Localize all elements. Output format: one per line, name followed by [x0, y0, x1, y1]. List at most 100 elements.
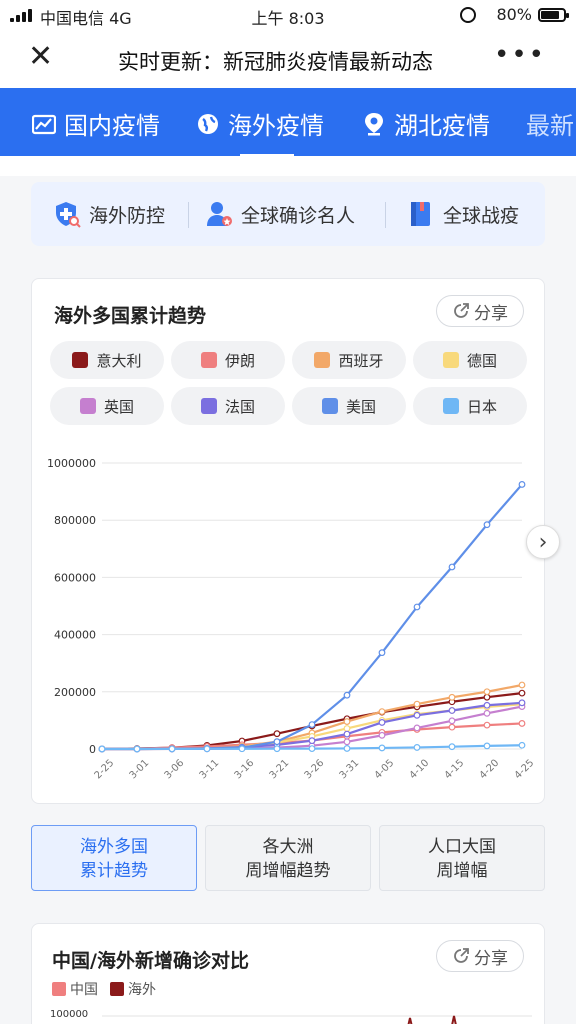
x-tick-label: 3-21 [268, 758, 292, 782]
legend-item[interactable]: 德国 [413, 341, 527, 379]
x-tick-label: 3-11 [198, 758, 222, 782]
y-tick-label: 0 [89, 743, 96, 756]
data-point [518, 699, 526, 707]
legend-label: 美国 [345, 397, 376, 416]
next-chart-button[interactable]: › [526, 525, 560, 559]
legend-swatch [321, 398, 338, 414]
data-point [483, 693, 491, 701]
legend-item[interactable]: 日本 [413, 387, 527, 425]
data-point [518, 741, 526, 749]
tab-multi-country-trend[interactable]: 海外多国 累计趋势 [31, 825, 197, 891]
share-icon [454, 303, 469, 318]
tab-line1: 各大洲 [262, 837, 314, 857]
data-point [518, 481, 526, 488]
legend-label: 英国 [103, 397, 134, 416]
data-point [343, 738, 351, 746]
data-point [483, 742, 491, 750]
tab-populous-weekly[interactable]: 人口大国 周增幅 [379, 825, 545, 891]
data-point [448, 563, 456, 571]
trend-card: 海外多国累计趋势 分享 意大利 伊朗 西班牙 德国 英国 法国 美国 日本 0 2… [31, 278, 560, 804]
trend-chart: 0 200000 400000 600000 800000 1000000 2-25 3-01… [47, 457, 537, 782]
tab-hubei[interactable]: 湖北疫情 [362, 106, 490, 141]
legend-item[interactable]: 意大利 [50, 341, 164, 379]
legend-swatch [72, 352, 89, 368]
battery-icon [538, 8, 569, 22]
legend-swatch [200, 352, 217, 368]
data-point [518, 681, 526, 689]
data-point [168, 745, 176, 753]
quick-link-overseas-control[interactable]: 海外防控 [53, 200, 165, 228]
x-tick-label: 2-25 [93, 758, 117, 782]
chevron-right-icon: › [538, 529, 548, 555]
x-tick-label: 3-16 [233, 758, 257, 782]
quick-link-global-fight[interactable]: 全球战疫 [407, 200, 519, 228]
legend-swatch [314, 352, 331, 368]
legend-swatch [442, 352, 459, 368]
legend-swatch [52, 982, 66, 996]
legend-swatch [442, 398, 459, 414]
data-point [413, 711, 421, 719]
title-bar: ✕ 实时更新：新冠肺炎疫情最新动态 ••• [0, 30, 576, 88]
data-point [448, 717, 456, 725]
tab-latest[interactable]: 最新 [526, 106, 574, 141]
data-point [413, 700, 421, 708]
data-point [483, 721, 491, 729]
legend-item[interactable]: 中国 [52, 979, 98, 999]
page-title: 实时更新：新冠肺炎疫情最新动态 [118, 50, 433, 74]
quick-link-celebrities[interactable]: 全球确诊名人 [205, 200, 355, 228]
legend-swatch [200, 398, 217, 414]
clock: 上午 8:03 [251, 9, 325, 28]
legend-item[interactable]: 法国 [171, 387, 285, 425]
tab-line1: 人口大国 [428, 837, 496, 857]
y-tick-label: 400000 [54, 629, 96, 642]
legend-label: 中国 [70, 982, 98, 998]
tab-label: 最新 [526, 112, 574, 140]
x-tick-label: 4-25 [513, 758, 537, 782]
data-point [308, 721, 316, 728]
globe-icon [196, 112, 220, 136]
content-top-strip [0, 156, 576, 176]
share-button[interactable]: 分享 [436, 295, 524, 327]
quick-link-label: 全球战疫 [443, 204, 520, 227]
legend-item[interactable]: 英国 [50, 387, 164, 425]
data-point [413, 724, 421, 732]
status-bar: 中国电信 4G 上午 8:03 80% [0, 0, 576, 30]
share-button[interactable]: 分享 [436, 940, 524, 972]
data-point [483, 701, 491, 709]
legend-item[interactable]: 美国 [292, 387, 406, 425]
close-icon[interactable]: ✕ [28, 42, 53, 72]
more-icon[interactable]: ••• [494, 40, 546, 70]
tab-label: 海外疫情 [228, 112, 324, 140]
data-point [483, 688, 491, 696]
legend-item[interactable]: 海外 [110, 979, 156, 999]
data-point [378, 744, 386, 752]
data-point [483, 709, 491, 717]
rotation-lock-icon [460, 7, 476, 23]
data-point [378, 719, 386, 726]
battery-percent: 80% [496, 5, 532, 24]
y-tick-label: 600000 [54, 571, 96, 584]
data-point [343, 718, 351, 725]
quick-links: 海外防控 全球确诊名人 全球战疫 [31, 182, 545, 246]
data-point [273, 745, 281, 753]
legend-item[interactable]: 西班牙 [292, 341, 406, 379]
tab-label: 国内疫情 [64, 112, 160, 140]
legend-label: 西班牙 [338, 351, 384, 370]
x-tick-label: 4-05 [373, 758, 397, 782]
legend-item[interactable]: 伊朗 [171, 341, 285, 379]
tab-label: 湖北疫情 [394, 112, 490, 140]
compare-card-title: 中国/海外新增确诊对比 [52, 950, 249, 972]
data-point [448, 743, 456, 751]
data-point [483, 521, 491, 529]
data-point [133, 745, 141, 753]
x-tick-label: 4-10 [408, 758, 432, 782]
data-point [343, 725, 351, 732]
tab-continent-weekly[interactable]: 各大洲 周增幅趋势 [205, 825, 371, 891]
legend-swatch [110, 982, 124, 996]
tab-overseas[interactable]: 海外疫情 [196, 106, 324, 156]
data-point [98, 745, 106, 753]
data-point [448, 707, 456, 714]
tab-domestic[interactable]: 国内疫情 [32, 106, 160, 141]
x-tick-label: 3-26 [303, 758, 327, 782]
legend-label: 法国 [224, 397, 255, 416]
